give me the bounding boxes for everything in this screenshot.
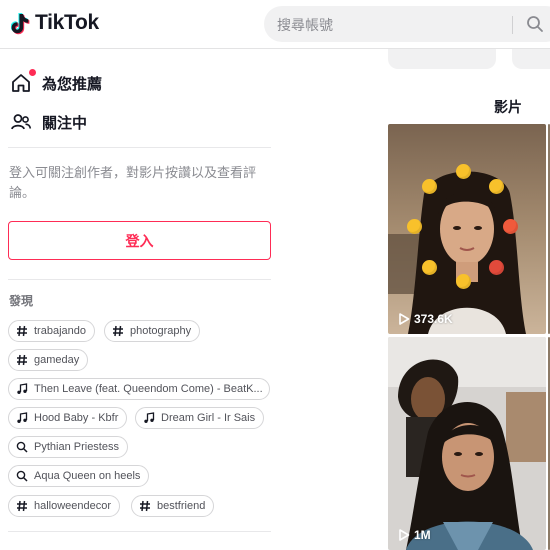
emoji-sticker — [456, 164, 471, 179]
view-count-value: 1M — [414, 528, 431, 542]
notification-dot — [29, 69, 36, 76]
hashtag-icon — [16, 500, 28, 512]
emoji-sticker — [489, 260, 504, 275]
divider — [8, 279, 271, 280]
tag-label: gameday — [34, 354, 80, 366]
tag-music[interactable]: Then Leave (feat. Queendom Come) - BeatK… — [8, 378, 270, 400]
divider — [8, 531, 271, 532]
music-note-icon — [16, 383, 28, 395]
tag-label: Then Leave (feat. Queendom Come) - BeatK… — [34, 383, 263, 395]
top-header: TikTok 搜尋帳號 — [0, 0, 550, 49]
emoji-sticker — [407, 219, 422, 234]
login-button[interactable]: 登入 — [8, 221, 271, 260]
nav-following-label: 關注中 — [42, 114, 88, 132]
following-icon — [10, 111, 32, 133]
tag-label: bestfriend — [157, 500, 206, 512]
tag-label: halloweendecor — [34, 500, 112, 512]
tag-hashtag[interactable]: bestfriend — [131, 495, 215, 517]
music-note-icon — [143, 412, 155, 424]
hashtag-icon — [139, 500, 151, 512]
music-note-icon — [16, 412, 28, 424]
discover-title: 發現 — [9, 294, 34, 308]
tiktok-note-icon — [11, 13, 30, 35]
login-hint: 登入可關注創作者，對影片按讚以及查看評論。 — [9, 165, 257, 200]
play-icon — [399, 529, 410, 541]
video-thumbnail[interactable]: 1M — [388, 337, 546, 550]
search-icon — [16, 441, 28, 453]
profile-pill — [388, 49, 496, 69]
tab-videos[interactable]: 影片 — [494, 97, 522, 117]
view-count-value: 373.6K — [414, 312, 453, 326]
sidebar: 為您推薦 關注中 登入可關注創作者，對影片按讚以及查看評論。 登入 發現 tra… — [0, 49, 280, 550]
emoji-sticker — [503, 219, 518, 234]
hashtag-icon — [16, 325, 28, 337]
tag-hashtag[interactable]: photography — [104, 320, 201, 342]
tag-label: photography — [130, 325, 192, 337]
profile-pill — [512, 49, 550, 69]
emoji-sticker — [456, 274, 471, 289]
nav-for-you-label: 為您推薦 — [42, 75, 103, 93]
hashtag-icon — [16, 354, 28, 366]
home-icon — [10, 69, 36, 94]
nav-for-you[interactable]: 為您推薦 — [10, 69, 103, 94]
emoji-sticker — [422, 260, 437, 275]
tag-label: trabajando — [34, 325, 86, 337]
nav-following[interactable]: 關注中 — [10, 111, 87, 133]
tag-music[interactable]: Dream Girl - Ir Sais — [135, 407, 265, 429]
hashtag-icon — [112, 325, 124, 337]
tag-search[interactable]: Aqua Queen on heels — [8, 465, 150, 487]
tag-label: Aqua Queen on heels — [34, 470, 141, 482]
emoji-sticker — [489, 179, 504, 194]
tag-hashtag[interactable]: halloweendecor — [8, 495, 121, 517]
search-icon[interactable] — [526, 15, 544, 33]
view-count: 1M — [398, 528, 431, 542]
tag-label: Hood Baby - Kbfr — [34, 412, 119, 424]
search-input[interactable]: 搜尋帳號 — [277, 15, 333, 35]
search-divider — [512, 16, 513, 34]
emoji-sticker — [422, 179, 437, 194]
search-bar[interactable]: 搜尋帳號 — [264, 6, 550, 42]
view-count: 373.6K — [398, 312, 453, 326]
tag-hashtag[interactable]: gameday — [8, 349, 89, 371]
tag-label: Pythian Priestess — [34, 441, 119, 453]
video-thumbnail[interactable]: 373.6K — [388, 124, 546, 334]
play-icon — [399, 313, 410, 325]
tag-hashtag[interactable]: trabajando — [8, 320, 95, 342]
logo-text: TikTok — [35, 11, 99, 34]
tag-search[interactable]: Pythian Priestess — [8, 436, 128, 458]
tag-music[interactable]: Hood Baby - Kbfr — [8, 407, 128, 429]
tiktok-logo[interactable]: TikTok — [11, 11, 99, 35]
tag-label: Dream Girl - Ir Sais — [161, 412, 256, 424]
search-icon — [16, 470, 28, 482]
video-preview-image — [388, 337, 546, 550]
divider — [8, 147, 271, 148]
